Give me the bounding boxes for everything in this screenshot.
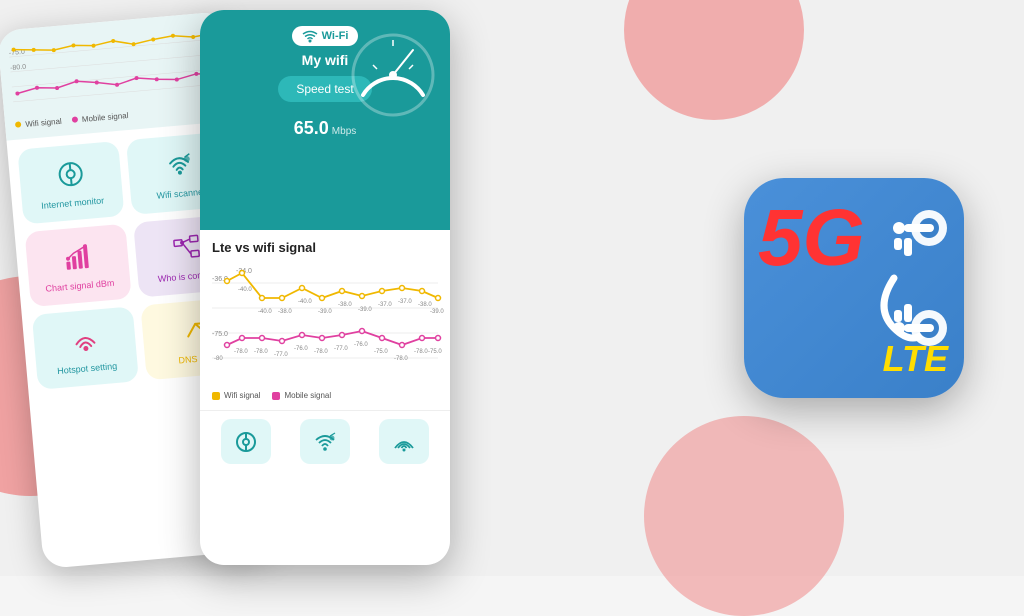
svg-text:-39.0: -39.0 [430,309,444,315]
svg-text:-39.0: -39.0 [318,309,332,315]
wifi-legend-dot [212,392,220,400]
svg-text:-76.0: -76.0 [294,346,308,352]
app-card-chart-signal[interactable]: Chart signal dBm [25,224,132,308]
lte-wifi-chart: -36.0 -34.0 -40.0 -40.0 -38.0 [212,263,438,383]
speed-value: 65.0 [294,118,329,139]
svg-text:-78.0: -78.0 [414,349,428,355]
svg-text:-39.0: -39.0 [358,307,372,313]
svg-text:-78.0: -78.0 [254,349,268,355]
internet-monitor-label: Internet monitor [41,195,105,210]
bg-shape-right-top [624,0,804,120]
chart-signal-label: Chart signal dBm [45,277,115,293]
wifi-legend-item: Wifi signal [212,391,260,400]
bg-shape-right-bottom [644,416,844,616]
svg-text:-40.0: -40.0 [258,309,272,315]
svg-text:-80.0: -80.0 [10,64,27,72]
hotspot-icon [69,324,100,360]
left-chart-svg: -75.0 -80.0 [8,24,223,112]
svg-text:-80: -80 [214,356,223,362]
phone-center-body: Lte vs wifi signal -36.0 -34.0 [200,230,450,410]
svg-text:-77.0: -77.0 [334,346,348,352]
wifi-scanner-icon [164,149,195,185]
phone-center: Wi-Fi My wifi Speed test 65.0 Mbps Lte v… [200,10,450,565]
speed-unit: Mbps [332,126,356,137]
bottom-icon-wifi-scan[interactable] [300,419,350,464]
svg-text:-78.0: -78.0 [314,349,328,355]
svg-text:-77.0: -77.0 [274,352,288,358]
svg-text:-40.0: -40.0 [238,287,252,293]
phone-center-header: Wi-Fi My wifi Speed test 65.0 Mbps [200,10,450,230]
chart-legend: Wifi signal Mobile signal [212,391,438,400]
svg-text:-75.0: -75.0 [428,349,442,355]
svg-text:-37.0: -37.0 [398,299,412,305]
svg-text:-75.0: -75.0 [374,349,388,355]
svg-text:-76.0: -76.0 [354,342,368,348]
hotspot-label: Hotspot setting [57,360,118,375]
app-card-hotspot[interactable]: Hotspot setting [32,306,139,390]
bottom-icon-signal[interactable] [379,419,429,464]
who-connected-icon [171,232,202,268]
mobile-legend-dot [272,392,280,400]
svg-text:-38.0: -38.0 [418,302,432,308]
chart-section-title: Lte vs wifi signal [212,240,438,255]
app-icon-5g-lte: 5G LTE [744,178,964,398]
lte-text: LTE [883,338,948,380]
bottom-navigation [200,410,450,472]
svg-text:-38.0: -38.0 [278,309,292,315]
svg-text:-37.0: -37.0 [378,302,392,308]
speedometer [348,30,438,120]
svg-text:-40.0: -40.0 [298,299,312,305]
mobile-legend-item: Mobile signal [272,391,331,400]
wifi-scanner-label: Wifi scanner [156,186,206,200]
svg-text:-78.0: -78.0 [234,349,248,355]
internet-monitor-icon [55,159,86,195]
svg-text:-75.0: -75.0 [212,331,228,338]
bottom-icon-internet[interactable] [221,419,271,464]
svg-text:-78.0: -78.0 [394,356,408,362]
chart-signal-icon [62,241,93,277]
svg-text:-38.0: -38.0 [338,302,352,308]
app-card-internet-monitor[interactable]: Internet monitor [17,141,124,225]
network-name: My wifi [302,52,349,68]
